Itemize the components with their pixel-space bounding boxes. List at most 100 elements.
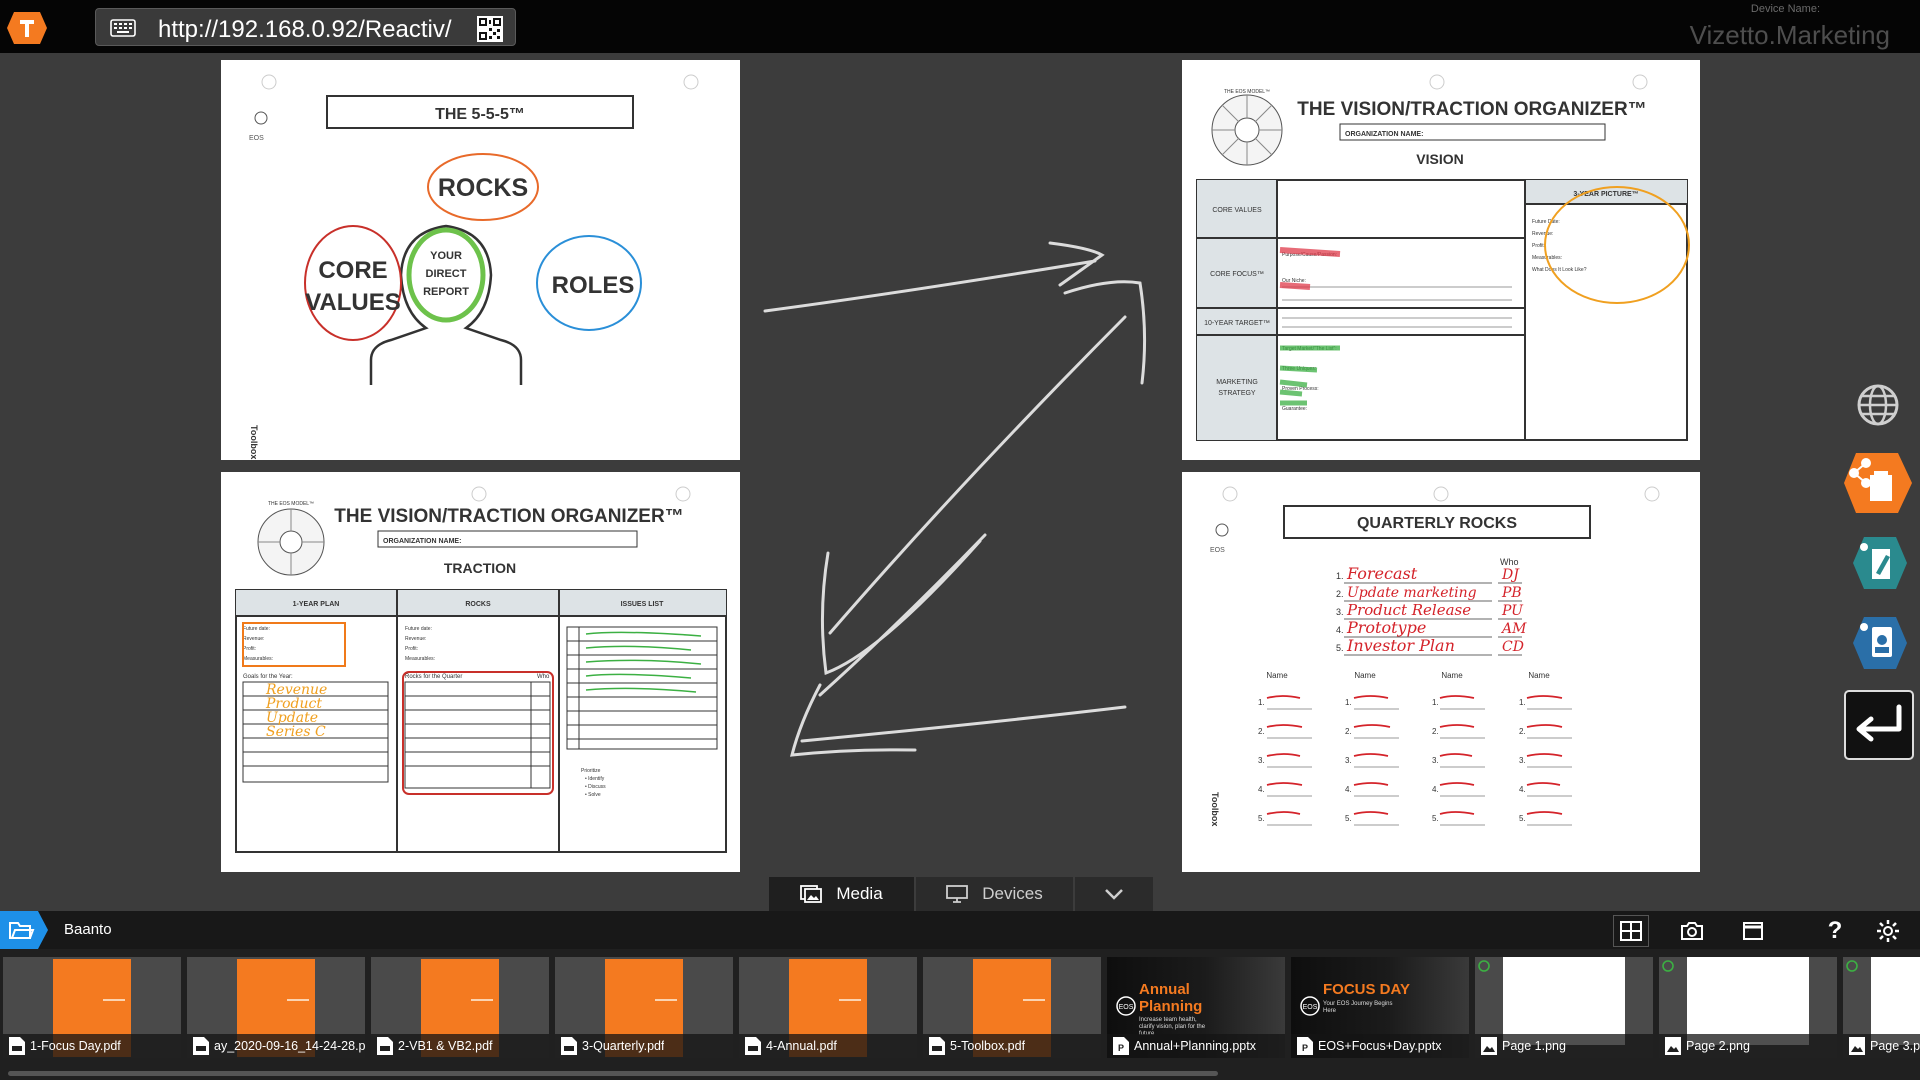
media-gallery: Baanto ? 1-Focus Day.pdf ay_2020-09-16_1… — [0, 911, 1920, 1080]
tab-devices[interactable]: Devices — [916, 877, 1073, 911]
media-item[interactable]: 4-Annual.pdf — [739, 957, 917, 1058]
media-item[interactable]: Page 1.png — [1475, 957, 1653, 1058]
help-button[interactable]: ? — [1817, 915, 1853, 947]
svg-text:4.: 4. — [1519, 785, 1526, 794]
tab-media-label: Media — [836, 884, 883, 903]
tab-media[interactable]: Media — [769, 877, 914, 911]
svg-text:3.: 3. — [1258, 756, 1265, 765]
svg-text:5.: 5. — [1336, 643, 1344, 653]
svg-text:THE EOS MODEL™: THE EOS MODEL™ — [1224, 89, 1270, 95]
svg-text:ISSUES LIST: ISSUES LIST — [621, 601, 665, 608]
svg-text:Profit:: Profit: — [405, 646, 418, 652]
svg-text:3.: 3. — [1432, 756, 1439, 765]
roles-label: ROLES — [552, 272, 635, 299]
svg-text:PB: PB — [1501, 585, 1522, 601]
window-icon — [1743, 922, 1763, 940]
url-text[interactable]: http://192.168.0.92/Reactiv/ — [158, 16, 452, 44]
page-4-footer: Toolbox — [1210, 792, 1220, 826]
check-circle-icon — [1662, 960, 1674, 972]
svg-text:ROCKS: ROCKS — [465, 601, 491, 608]
media-item[interactable]: EOS Annual Planning Increase team health… — [1107, 957, 1285, 1058]
svg-text:Goals for the Year:: Goals for the Year: — [243, 674, 293, 680]
ink-arrow-right — [763, 241, 1105, 313]
svg-text:Prioritize: Prioritize — [581, 768, 601, 774]
svg-text:Revenue:: Revenue: — [405, 636, 426, 642]
page-3-title: THE VISION/TRACTION ORGANIZER™ — [334, 506, 683, 527]
ink-arrow-left — [790, 683, 1127, 757]
back-icon[interactable] — [1843, 689, 1915, 761]
svg-text:Who: Who — [1500, 557, 1519, 567]
mirror-icon[interactable] — [1850, 613, 1910, 673]
svg-text:THE EOS MODEL™: THE EOS MODEL™ — [268, 501, 314, 507]
share-icon[interactable] — [1840, 445, 1916, 521]
media-item-name: 2-VB1 & VB2.pdf — [398, 1039, 493, 1053]
top-bar: http://192.168.0.92/Reactiv/ Device Name… — [0, 0, 1920, 53]
layout-grid-icon — [1620, 921, 1642, 941]
svg-text:Revenue:: Revenue: — [243, 636, 264, 642]
media-item-name: 1-Focus Day.pdf — [30, 1039, 121, 1053]
svg-text:• Discuss: • Discuss — [585, 784, 606, 790]
check-circle-icon — [1846, 960, 1858, 972]
keyboard-icon[interactable] — [110, 18, 136, 38]
svg-text:ORGANIZATION NAME:: ORGANIZATION NAME: — [383, 538, 461, 545]
globe-icon[interactable] — [1853, 380, 1903, 430]
device-name: Vizetto.Marketing — [1689, 20, 1890, 50]
svg-text:3.: 3. — [1519, 756, 1526, 765]
eos-model-wheel-icon: THE EOS MODEL™ — [1211, 89, 1283, 166]
svg-text:EOS: EOS — [1119, 1004, 1134, 1011]
device-name-label: Device Name: — [1750, 3, 1820, 15]
pdf-file-icon — [377, 1037, 393, 1055]
annotate-icon[interactable] — [1850, 533, 1910, 593]
media-item[interactable]: 3-Quarterly.pdf — [555, 957, 733, 1058]
page-quarterly-rocks[interactable]: EOS QUARTERLY ROCKS Who 1. Forecast DJ 2… — [1182, 472, 1700, 872]
tab-devices-label: Devices — [982, 884, 1043, 903]
media-item[interactable]: 2-VB1 & VB2.pdf — [371, 957, 549, 1058]
tab-expand[interactable] — [1075, 877, 1153, 911]
media-item[interactable]: ay_2020-09-16_14-24-28.pdf — [187, 957, 365, 1058]
media-item-name: EOS+Focus+Day.pptx — [1318, 1039, 1442, 1053]
gallery-scrollbar[interactable] — [0, 1068, 1920, 1078]
breadcrumb[interactable]: Baanto — [64, 921, 112, 938]
url-bar[interactable]: http://192.168.0.92/Reactiv/ — [95, 8, 516, 46]
svg-text:EOS: EOS — [1210, 547, 1225, 554]
slide-title: Annual Planning — [1139, 981, 1203, 1015]
image-preview — [1871, 957, 1920, 1045]
settings-button[interactable] — [1870, 915, 1906, 947]
page-vision[interactable]: THE EOS MODEL™ THE VISION/TRACTION ORGAN… — [1182, 60, 1700, 460]
media-item[interactable]: 1-Focus Day.pdf — [3, 957, 181, 1058]
pptx-file-icon: P — [1297, 1037, 1313, 1055]
svg-text:YOUR: YOUR — [430, 250, 462, 262]
app-logo-icon[interactable] — [6, 8, 48, 48]
gallery-scroll-thumb[interactable] — [8, 1071, 1218, 1076]
media-item[interactable]: EOS FOCUS DAY Your EOS Journey Begins He… — [1291, 957, 1469, 1058]
svg-text:MARKETING: MARKETING — [1216, 379, 1258, 386]
svg-text:1.: 1. — [1336, 571, 1344, 581]
image-file-icon — [1481, 1037, 1497, 1055]
media-item[interactable]: Page 2.png — [1659, 957, 1837, 1058]
svg-text:4.: 4. — [1258, 785, 1265, 794]
svg-text:Prototype: Prototype — [1346, 618, 1426, 637]
page-five-five-five[interactable]: EOS THE 5-5-5™ YOUR DIRECT REPORT ROCKS … — [221, 60, 740, 460]
page-traction[interactable]: THE EOS MODEL™ THE VISION/TRACTION ORGAN… — [221, 472, 740, 872]
pptx-file-icon: P — [1113, 1037, 1129, 1055]
svg-text:1-YEAR PLAN: 1-YEAR PLAN — [293, 601, 340, 608]
svg-text:Investor Plan: Investor Plan — [1346, 636, 1455, 655]
layout-grid-button[interactable] — [1613, 915, 1649, 947]
svg-text:ORGANIZATION NAME:: ORGANIZATION NAME: — [1345, 131, 1423, 138]
svg-text:P: P — [1302, 1043, 1308, 1053]
slide-title: FOCUS DAY — [1323, 981, 1410, 998]
media-item[interactable]: Page 3.png — [1843, 957, 1920, 1058]
media-item-name: Page 3.png — [1870, 1039, 1920, 1053]
media-item-name: Page 1.png — [1502, 1039, 1566, 1053]
svg-text:DIRECT: DIRECT — [426, 268, 467, 280]
pdf-file-icon — [9, 1037, 25, 1055]
window-button[interactable] — [1735, 915, 1771, 947]
folder-icon[interactable] — [0, 911, 50, 949]
svg-text:CORE FOCUS™: CORE FOCUS™ — [1210, 271, 1264, 278]
media-item-name: Annual+Planning.pptx — [1134, 1039, 1256, 1053]
qr-code-icon[interactable] — [477, 16, 503, 42]
monitor-icon — [946, 885, 969, 903]
whiteboard-canvas[interactable]: EOS THE 5-5-5™ YOUR DIRECT REPORT ROCKS … — [0, 53, 1920, 910]
media-item[interactable]: 5-Toolbox.pdf — [923, 957, 1101, 1058]
snapshot-button[interactable] — [1674, 915, 1710, 947]
